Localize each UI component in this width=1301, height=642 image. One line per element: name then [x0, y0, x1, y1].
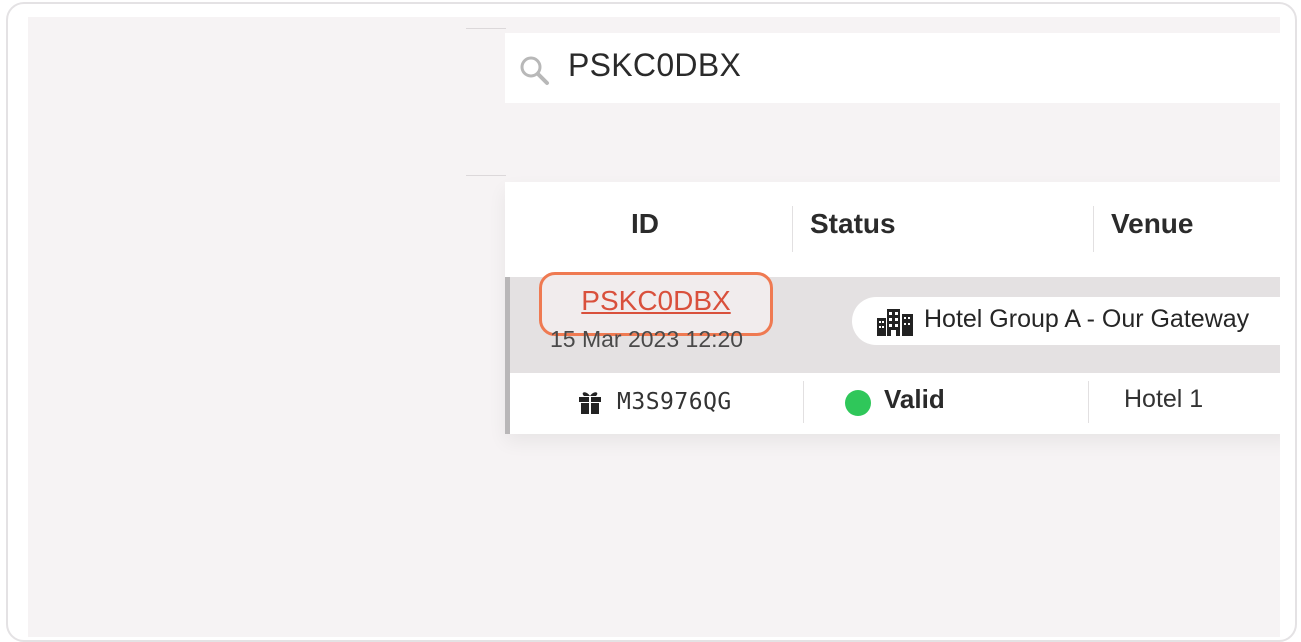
divider: [466, 28, 506, 29]
booking-id-link[interactable]: PSKC0DBX: [542, 285, 770, 317]
building-icon: [877, 309, 913, 336]
search-input-value[interactable]: PSKC0DBX: [568, 47, 741, 84]
booking-date: 15 Mar 2023 12:20: [550, 326, 744, 352]
status-dot-icon: [845, 390, 871, 416]
status-label: Valid: [884, 384, 945, 414]
search-icon: [520, 56, 549, 85]
search-bar[interactable]: PSKC0DBX: [505, 33, 1280, 103]
column-divider: [792, 206, 793, 252]
table-row-group[interactable]: PSKC0DBX 15 Mar 2023 12:20 Hotel Group A…: [505, 272, 1280, 373]
column-header-venue[interactable]: Venue: [1111, 208, 1193, 240]
screenshot-frame: PSKC0DBX ID Status Venue PSKC0DBX 15 Mar…: [6, 2, 1297, 642]
results-table: ID Status Venue PSKC0DBX 15 Mar 2023 12:…: [505, 182, 1280, 434]
venue-group-label: Hotel Group A - Our Gateway: [924, 305, 1250, 333]
gift-icon: [579, 392, 601, 414]
column-divider: [1093, 206, 1094, 252]
voucher-code: M3S976QG: [617, 389, 732, 415]
column-divider: [803, 381, 804, 423]
venue-group-badge: Hotel Group A - Our Gateway: [852, 297, 1280, 345]
column-divider: [1088, 381, 1089, 423]
table-row-voucher[interactable]: M3S976QG Valid Hotel 1: [505, 373, 1280, 434]
column-header-id[interactable]: ID: [631, 208, 659, 240]
venue-cell: Hotel 1: [1124, 385, 1204, 413]
column-header-status[interactable]: Status: [810, 208, 896, 240]
divider: [466, 175, 506, 176]
app-canvas: PSKC0DBX ID Status Venue PSKC0DBX 15 Mar…: [28, 17, 1280, 637]
